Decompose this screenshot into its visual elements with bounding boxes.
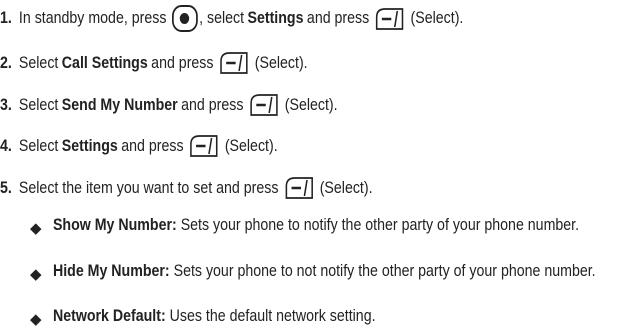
option-hide-my-number: ◆ Hide My Number: Sets your phone to not… [22, 261, 622, 283]
left-softkey-select-icon [250, 94, 278, 116]
step-number: 4. [0, 136, 12, 155]
step-2: 2. Select Call Settings and press (Selec… [0, 51, 308, 75]
step-text: and press [306, 9, 370, 27]
step-number: 5. [0, 178, 12, 197]
step-text: Select [18, 95, 59, 114]
left-softkey-select-icon [376, 7, 404, 30]
step-text: Select [18, 136, 59, 155]
step-text: (Select). [319, 178, 373, 197]
step-4: 4. Select Settings and press (Select). [0, 134, 278, 158]
menu-item-name: Settings [247, 9, 304, 27]
step-text: and press [151, 53, 214, 72]
option-show-my-number: ◆ Show My Number: Sets your phone to not… [22, 215, 622, 237]
left-softkey-select-icon [190, 135, 218, 157]
left-softkey-select-icon [220, 52, 248, 74]
option-network-default: ◆ Network Default: Uses the default netw… [22, 306, 622, 328]
left-softkey-select-icon [285, 177, 313, 199]
menu-item-name: Settings [61, 136, 118, 155]
menu-item-name: Call Settings [61, 53, 148, 72]
step-text: Select the item you want to set and pres… [18, 178, 279, 197]
step-text: In standby mode, press [18, 9, 167, 27]
step-text: Select [18, 53, 59, 72]
step-1: 1. In standby mode, press , select Setti… [0, 5, 463, 32]
step-number: 1. [0, 9, 12, 27]
step-text: , select [199, 9, 245, 27]
option-term: Network Default: [52, 307, 166, 325]
step-3: 3. Select Send My Number and press (Sele… [0, 93, 338, 117]
option-description: Sets your phone to not notify the other … [173, 262, 596, 280]
option-description: Sets your phone to notify the other part… [180, 216, 580, 234]
step-5: 5. Select the item you want to set and p… [0, 176, 373, 200]
instruction-page: 1. In standby mode, press , select Setti… [0, 0, 644, 328]
option-description: Uses the default network setting. [169, 307, 376, 325]
menu-item-name: Send My Number [61, 95, 178, 114]
option-term: Hide My Number: [52, 262, 170, 280]
step-text: (Select). [284, 95, 338, 114]
option-term: Show My Number: [52, 216, 177, 234]
step-text: (Select). [254, 53, 308, 72]
step-text: (Select). [410, 9, 464, 27]
step-number: 2. [0, 53, 12, 72]
step-text: and press [181, 95, 244, 114]
center-navigation-key-icon [171, 5, 198, 32]
step-text: (Select). [224, 136, 278, 155]
step-number: 3. [0, 95, 12, 114]
step-text: and press [121, 136, 184, 155]
